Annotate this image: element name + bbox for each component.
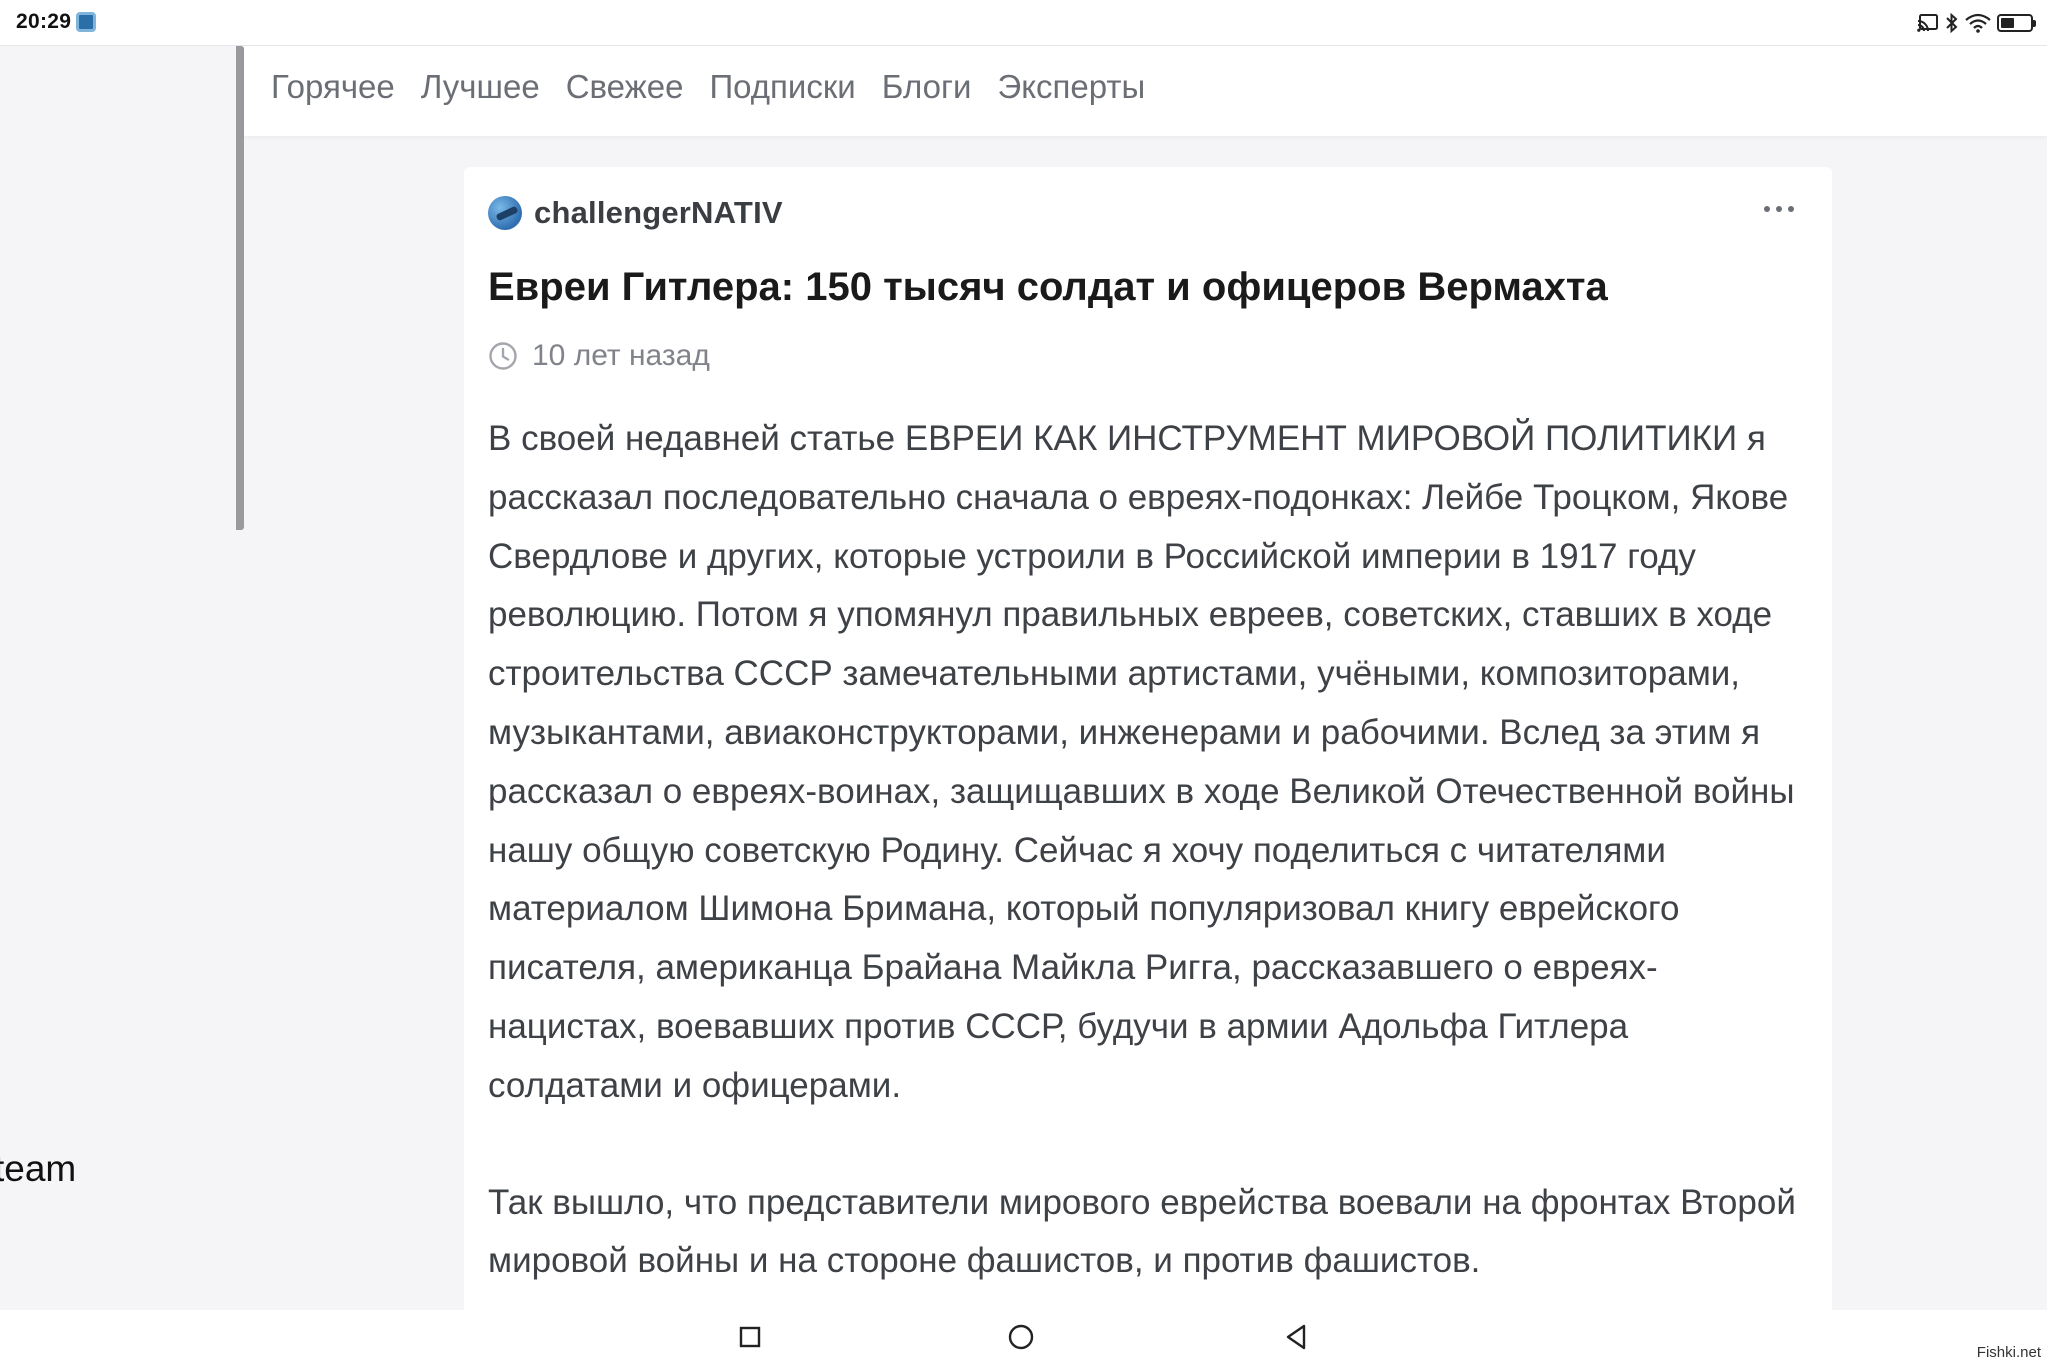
bluetooth-icon — [1946, 13, 1958, 33]
tab-best[interactable]: Лучшее — [421, 64, 540, 110]
article-body: В своей недавней статье ЕВРЕИ КАК ИНСТРУ… — [488, 410, 1808, 1291]
status-time: 20:29 — [16, 10, 72, 33]
watermark: Fishki.net — [1976, 1344, 2041, 1361]
article-paragraph: В своей недавней статье ЕВРЕИ КАК ИНСТРУ… — [488, 419, 1795, 1105]
article-paragraph: Так вышло, что представители мирового ев… — [488, 1182, 1796, 1281]
avatar[interactable] — [488, 196, 522, 230]
battery-level — [2001, 18, 2014, 28]
author-row[interactable]: challengerNATIV — [488, 195, 783, 231]
tab-subscriptions[interactable]: Подписки — [709, 64, 855, 110]
article-card: challengerNATIV Евреи Гитлера: 150 тысяч… — [464, 167, 1832, 1310]
square-icon — [739, 1326, 761, 1348]
circle-icon — [1008, 1324, 1034, 1350]
tab-blogs[interactable]: Блоги — [882, 64, 972, 110]
status-bar: 20:29 — [0, 0, 2047, 46]
clock-icon — [489, 342, 517, 370]
tab-fresh[interactable]: Свежее — [566, 64, 684, 110]
top-navigation: Горячее Лучшее Свежее Подписки Блоги Экс… — [244, 46, 2047, 136]
tab-experts[interactable]: Эксперты — [997, 64, 1145, 110]
author-name[interactable]: challengerNATIV — [534, 195, 783, 231]
back-button[interactable] — [1279, 1320, 1313, 1354]
tab-hot[interactable]: Горячее — [271, 64, 395, 110]
system-navigation-bar: Fishki.net — [0, 1310, 2047, 1365]
nav-tabs: Горячее Лучшее Свежее Подписки Блоги Экс… — [271, 64, 1145, 110]
battery-icon — [1997, 14, 2036, 32]
app-notification-icon — [76, 12, 96, 32]
home-button[interactable] — [1004, 1320, 1038, 1354]
article-title[interactable]: Евреи Гитлера: 150 тысяч солдат и офицер… — [488, 262, 1608, 312]
cast-icon — [1917, 14, 1938, 32]
more-options-icon[interactable] — [1762, 201, 1796, 217]
left-sidebar — [0, 46, 236, 1310]
wifi-icon — [1965, 13, 1991, 33]
article-meta: 10 лет назад — [488, 339, 710, 373]
triangle-back-icon — [1286, 1324, 1306, 1350]
post-time: 10 лет назад — [532, 339, 710, 372]
recent-apps-button[interactable] — [733, 1320, 767, 1354]
status-icons — [1917, 11, 2036, 35]
sidebar-scrollbar[interactable] — [236, 46, 244, 530]
sidebar-cut-label[interactable]: team — [0, 1148, 76, 1190]
